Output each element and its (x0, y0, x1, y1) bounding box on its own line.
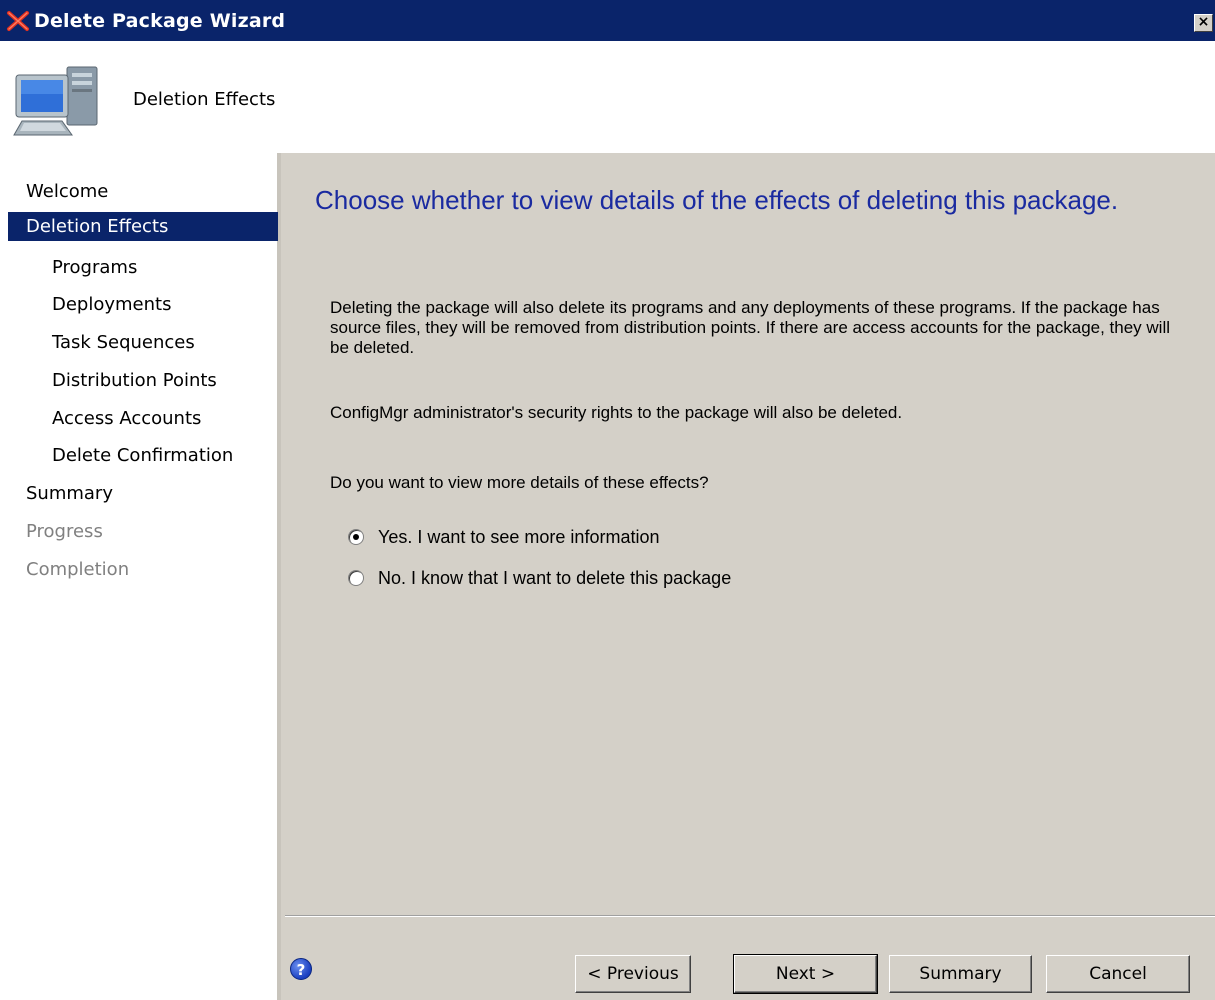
close-button[interactable]: × (1194, 14, 1213, 32)
security-rights-note: ConfigMgr administrator's security right… (330, 403, 903, 422)
radio-button-unchecked[interactable] (348, 570, 364, 586)
wizard-header: Deletion Effects (0, 41, 1215, 153)
details-question: Do you want to view more details of thes… (330, 473, 709, 492)
step-distribution-points[interactable]: Distribution Points (8, 366, 278, 395)
step-task-sequences[interactable]: Task Sequences (8, 328, 278, 357)
delete-x-icon (7, 11, 29, 31)
next-button[interactable]: Next > (733, 954, 878, 994)
step-deployments[interactable]: Deployments (8, 290, 278, 319)
page-heading: Choose whether to view details of the ef… (315, 185, 1119, 215)
radio-button-checked[interactable] (348, 529, 364, 545)
radio-yes-label: Yes. I want to see more information (378, 526, 660, 547)
step-completion: Completion (26, 559, 130, 580)
radio-no-delete[interactable]: No. I know that I want to delete this pa… (348, 565, 731, 591)
previous-button[interactable]: < Previous (575, 955, 691, 993)
help-icon[interactable]: ? (290, 958, 312, 980)
step-delete-confirmation[interactable]: Delete Confirmation (8, 441, 278, 470)
summary-button[interactable]: Summary (889, 955, 1032, 993)
page-title: Deletion Effects (133, 89, 276, 110)
footer-divider (285, 915, 1215, 917)
window-title: Delete Package Wizard (34, 10, 286, 32)
step-summary[interactable]: Summary (8, 479, 278, 508)
cancel-button[interactable]: Cancel (1046, 955, 1190, 993)
radio-no-label: No. I know that I want to delete this pa… (378, 567, 732, 588)
radio-yes-more-info[interactable]: Yes. I want to see more information (348, 524, 659, 550)
step-deletion-effects[interactable]: Deletion Effects (8, 212, 278, 241)
step-programs[interactable]: Programs (8, 253, 278, 282)
title-bar: Delete Package Wizard × (0, 0, 1215, 41)
effects-description: Deleting the package will also delete it… (330, 298, 1171, 357)
main-content: Choose whether to view details of the ef… (285, 153, 1215, 1000)
computer-icon (13, 66, 98, 136)
step-welcome[interactable]: Welcome (8, 177, 278, 206)
wizard-steps-sidebar: Welcome Deletion Effects Programs Deploy… (0, 153, 281, 1000)
step-access-accounts[interactable]: Access Accounts (8, 404, 278, 433)
step-progress: Progress (26, 521, 103, 542)
